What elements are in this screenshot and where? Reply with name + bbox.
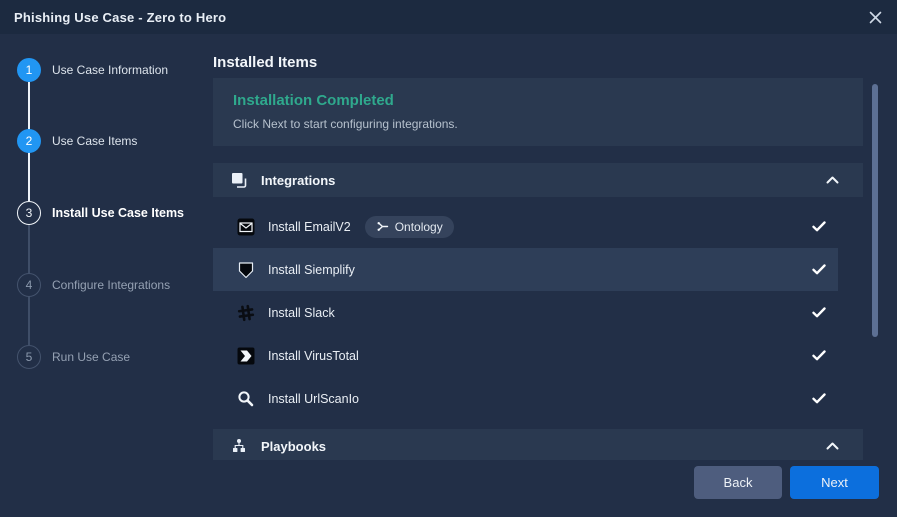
next-button[interactable]: Next [790, 466, 879, 499]
installed-check-icon [812, 307, 826, 318]
step-use-case-items[interactable]: 2 Use Case Items [17, 129, 137, 153]
list-item-slack[interactable]: Install Slack [213, 291, 838, 334]
step-number-badge: 4 [17, 273, 41, 297]
step-label: Run Use Case [52, 350, 130, 364]
siemplify-icon [237, 261, 255, 279]
list-item-siemplify[interactable]: Install Siemplify [213, 248, 838, 291]
step-label: Configure Integrations [52, 278, 170, 292]
playbooks-icon [231, 438, 248, 455]
item-label: Install Siemplify [268, 263, 355, 277]
list-item-urlscanio[interactable]: Install UrlScanIo [213, 377, 838, 420]
list-item-emailv2[interactable]: Install EmailV2 Ontology [213, 205, 838, 248]
close-icon [869, 11, 882, 24]
item-label: Install EmailV2 [268, 220, 351, 234]
step-number-badge: 2 [17, 129, 41, 153]
integrations-item-list: Install EmailV2 Ontology [213, 197, 863, 420]
installed-check-icon [812, 350, 826, 361]
installation-status-title: Installation Completed [233, 92, 843, 109]
badge-label: Ontology [395, 220, 443, 234]
page-title: Installed Items [213, 54, 863, 72]
item-label: Install UrlScanIo [268, 392, 359, 406]
wizard-stepper: 1 Use Case Information 2 Use Case Items … [0, 34, 213, 517]
vertical-scrollbar[interactable] [872, 84, 878, 337]
back-button[interactable]: Back [694, 466, 782, 499]
integrations-icon [231, 172, 248, 189]
installed-check-icon [812, 264, 826, 275]
virustotal-icon [237, 347, 255, 365]
step-number-badge: 1 [17, 58, 41, 82]
step-use-case-information[interactable]: 1 Use Case Information [17, 58, 168, 82]
installed-check-icon [812, 221, 826, 232]
chevron-up-icon[interactable] [826, 442, 839, 450]
playbooks-section-header[interactable]: Playbooks [213, 429, 863, 460]
integrations-section-header[interactable]: Integrations [213, 163, 863, 197]
step-number-badge: 5 [17, 345, 41, 369]
installed-items-panel: Installed Items Installation Completed C… [213, 34, 863, 460]
step-label: Install Use Case Items [52, 206, 184, 220]
dialog-title: Phishing Use Case - Zero to Hero [14, 10, 226, 25]
step-run-use-case[interactable]: 5 Run Use Case [17, 345, 130, 369]
dialog-titlebar: Phishing Use Case - Zero to Hero [0, 0, 897, 34]
section-label: Playbooks [261, 439, 326, 454]
urlscan-icon [237, 390, 255, 408]
chevron-up-icon[interactable] [826, 176, 839, 184]
installed-check-icon [812, 393, 826, 404]
close-button[interactable] [865, 7, 885, 27]
step-configure-integrations[interactable]: 4 Configure Integrations [17, 273, 170, 297]
installation-status-banner: Installation Completed Click Next to sta… [213, 78, 863, 146]
section-label: Integrations [261, 173, 335, 188]
ontology-icon [376, 220, 389, 233]
step-label: Use Case Items [52, 134, 137, 148]
email-icon [237, 218, 255, 236]
list-item-virustotal[interactable]: Install VirusTotal [213, 334, 838, 377]
ontology-badge: Ontology [365, 216, 454, 238]
step-install-use-case-items[interactable]: 3 Install Use Case Items [17, 201, 184, 225]
main-panel: Installed Items Installation Completed C… [213, 34, 863, 517]
slack-icon [237, 304, 255, 322]
item-label: Install Slack [268, 306, 335, 320]
installation-status-subtitle: Click Next to start configuring integrat… [233, 117, 843, 131]
step-number-badge: 3 [17, 201, 41, 225]
step-label: Use Case Information [52, 63, 168, 77]
item-label: Install VirusTotal [268, 349, 359, 363]
